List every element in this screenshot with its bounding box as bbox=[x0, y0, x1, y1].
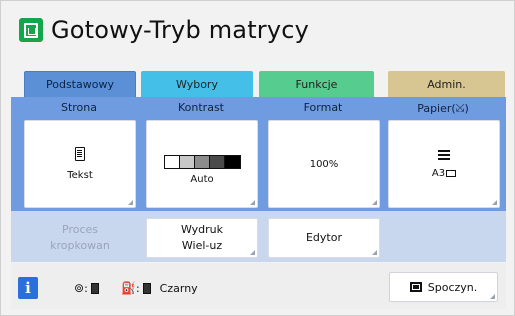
papier-button[interactable]: A3 bbox=[388, 120, 500, 208]
strona-header: Strona bbox=[60, 101, 98, 114]
ink-icon: ⛽ bbox=[121, 281, 136, 295]
wydruk-wiel-uz-button[interactable]: Wydruk Wiel-uz bbox=[146, 218, 258, 258]
proces-line1: Proces bbox=[62, 223, 98, 236]
tab-bar: Podstawowy Wybory Funkcje Admin. bbox=[24, 71, 508, 98]
strona-value: Tekst bbox=[67, 170, 93, 181]
paper-feed-icon: ⤩ bbox=[455, 101, 465, 114]
info-icon: i bbox=[25, 279, 31, 297]
title-bar: Gotowy-Tryb matrycy bbox=[9, 9, 309, 51]
drum-status: ⊚: bbox=[74, 281, 102, 295]
master-making-screen: Gotowy-Tryb matrycy Podstawowy Wybory Fu… bbox=[0, 0, 515, 316]
tab-podstawowy[interactable]: Podstawowy bbox=[24, 71, 136, 98]
papier-header-suffix: ) bbox=[464, 101, 469, 115]
tab-funkcje[interactable]: Funkcje bbox=[259, 71, 374, 97]
format-value: 100% bbox=[309, 158, 339, 170]
page-title: Gotowy-Tryb matrycy bbox=[51, 16, 310, 44]
drum-level-indicator bbox=[90, 282, 99, 294]
format-button[interactable]: 100% bbox=[268, 120, 380, 208]
kontrast-value: Auto bbox=[190, 174, 214, 185]
ink-status: ⛽: Czarny bbox=[121, 281, 198, 295]
format-header: Format bbox=[303, 101, 343, 114]
proces-kropkowan-button[interactable]: Proces kropkowan bbox=[24, 218, 136, 258]
info-button[interactable]: i bbox=[18, 277, 38, 299]
kontrast-button[interactable]: Auto bbox=[146, 120, 258, 208]
paper-orientation-icon bbox=[446, 169, 457, 177]
drum-icon: ⊚ bbox=[74, 281, 85, 295]
document-icon bbox=[75, 147, 85, 161]
tab-admin[interactable]: Admin. bbox=[388, 71, 505, 97]
master-making-icon bbox=[19, 18, 43, 42]
rest-label: Spoczyn. bbox=[427, 280, 478, 294]
papier-value: A3 bbox=[431, 167, 446, 179]
edytor-button[interactable]: Edytor bbox=[268, 218, 380, 258]
rest-button[interactable]: Spoczyn. bbox=[389, 272, 498, 302]
ink-color: Czarny bbox=[159, 281, 198, 295]
proces-line2: kropkowan bbox=[50, 239, 110, 252]
tab-wybory[interactable]: Wybory bbox=[141, 71, 253, 97]
kontrast-header: Kontrast bbox=[178, 101, 224, 114]
papier-value-row: A3 bbox=[431, 167, 457, 179]
papier-header: Papier(⤩) bbox=[388, 101, 498, 115]
wydruk-line2: Wiel-uz bbox=[181, 239, 223, 252]
wydruk-line1: Wydruk bbox=[180, 223, 224, 236]
ink-level-indicator bbox=[142, 282, 151, 294]
paper-stack-icon bbox=[438, 149, 450, 164]
contrast-scale-icon bbox=[163, 155, 241, 169]
papier-header-label: Papier( bbox=[417, 101, 456, 115]
strona-button[interactable]: Tekst bbox=[24, 120, 136, 208]
rest-icon bbox=[409, 282, 422, 292]
